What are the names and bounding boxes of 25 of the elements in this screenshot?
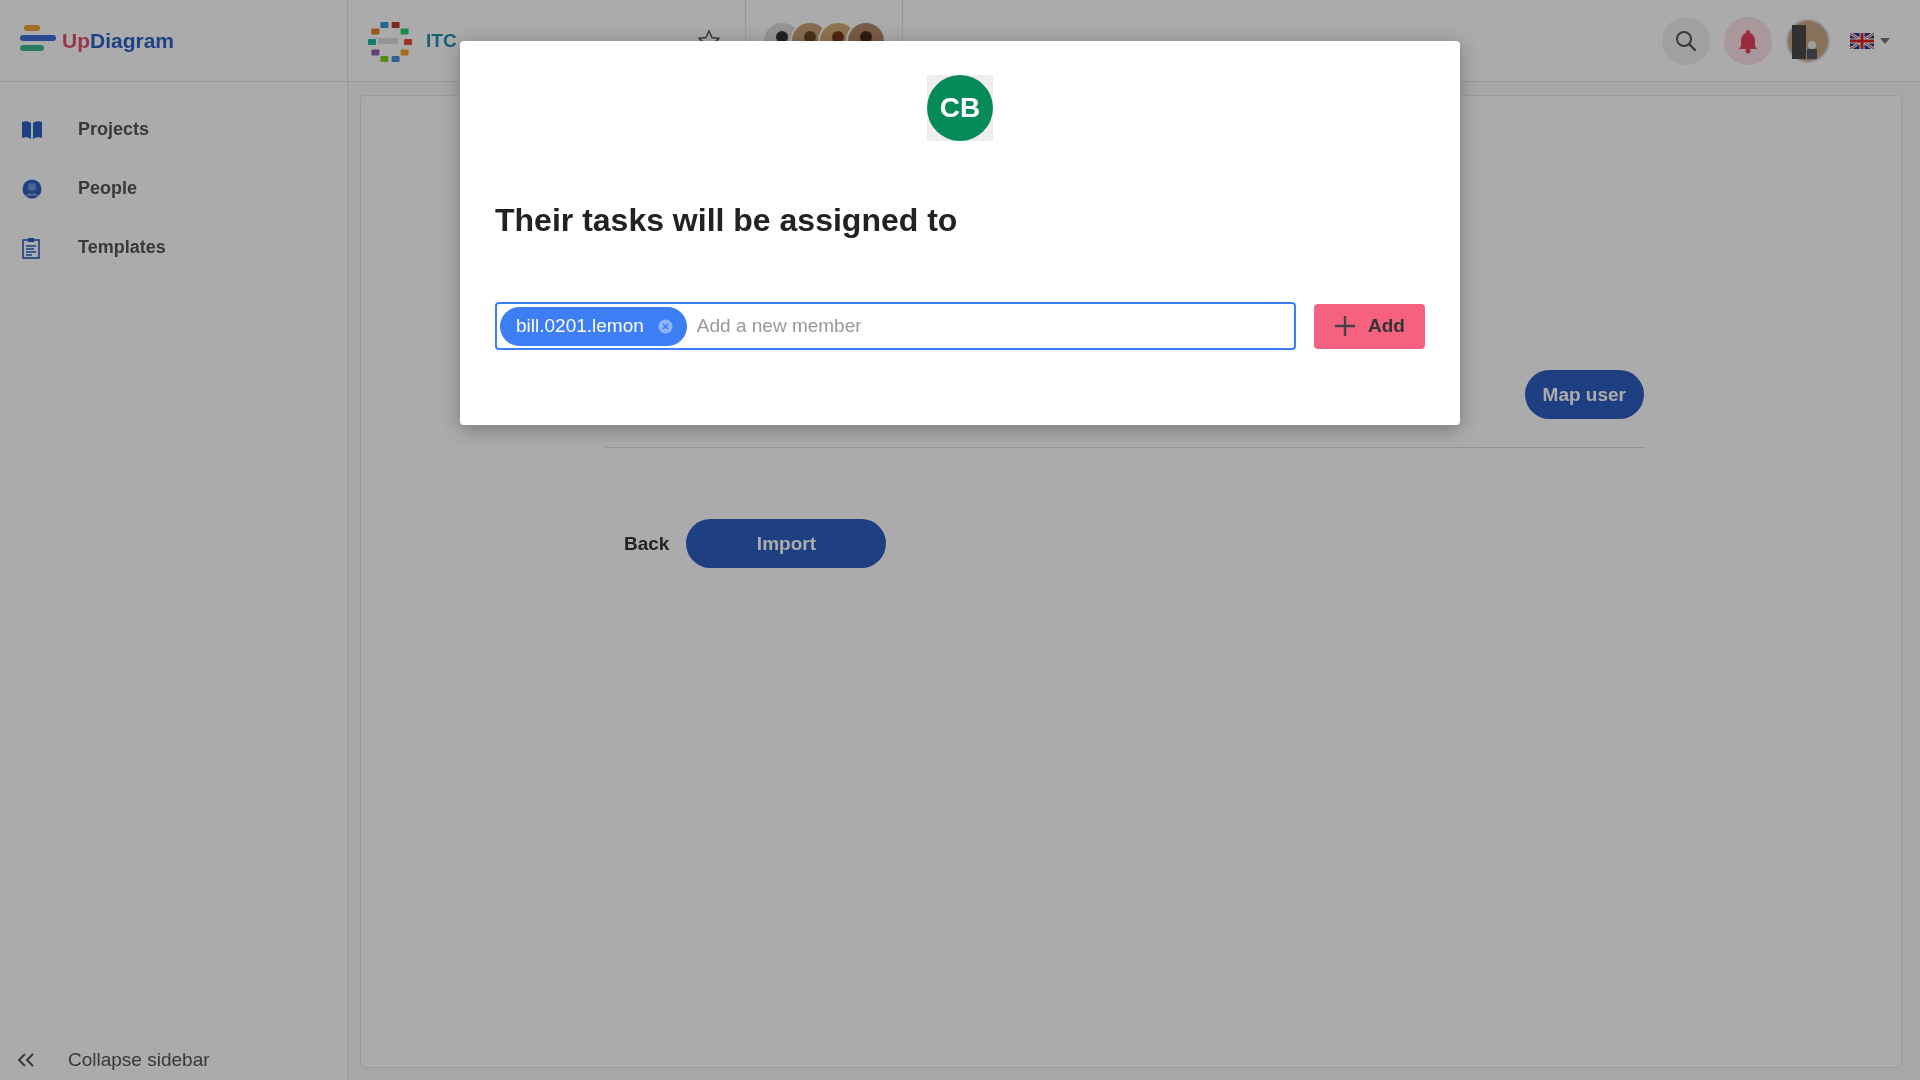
book-icon bbox=[22, 120, 42, 139]
back-button[interactable]: Back bbox=[624, 532, 670, 555]
sidebar-item[interactable]: Templates bbox=[0, 218, 347, 277]
member-input-field[interactable]: bill.0201.lemon Add a new member bbox=[495, 302, 1296, 350]
search-icon bbox=[1674, 28, 1698, 53]
search-button[interactable] bbox=[1662, 16, 1710, 65]
flag-icon bbox=[1850, 32, 1874, 49]
import-button[interactable]: Import bbox=[686, 519, 887, 568]
clipboard-icon bbox=[22, 236, 40, 259]
add-button[interactable]: Add bbox=[1314, 303, 1425, 349]
map-user-button[interactable]: Map user bbox=[1524, 370, 1644, 419]
caret-icon bbox=[1880, 37, 1890, 44]
user-avatar: CB bbox=[927, 75, 993, 141]
modal-title: Their tasks will be assigned to bbox=[495, 201, 959, 240]
chevrons-left-icon bbox=[16, 1052, 36, 1068]
collapse-sidebar-button[interactable]: Collapse sidebar bbox=[0, 1044, 347, 1080]
person-icon bbox=[22, 178, 42, 199]
bell-icon bbox=[1736, 27, 1760, 54]
language-selector[interactable] bbox=[1850, 32, 1890, 49]
notification-button[interactable] bbox=[1724, 16, 1772, 65]
sidebar-item[interactable]: Projects bbox=[0, 100, 347, 159]
sidebar-item[interactable]: People bbox=[0, 159, 347, 218]
member-chip[interactable]: bill.0201.lemon bbox=[500, 306, 687, 346]
app-logo[interactable]: UpDiagram bbox=[62, 28, 175, 53]
plus-icon bbox=[1334, 315, 1357, 337]
